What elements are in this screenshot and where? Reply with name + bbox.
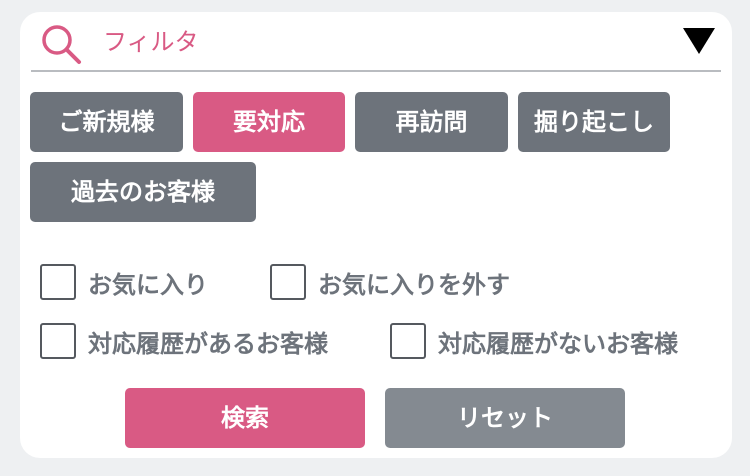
checkbox-label: お気に入り [88,270,208,299]
checkbox-box[interactable] [40,264,76,300]
checkbox-box[interactable] [390,323,426,359]
search-button[interactable]: 検索 [125,388,365,448]
checkbox-box[interactable] [270,264,306,300]
checkbox-remove-favorites[interactable]: お気に入りを外す [270,262,510,302]
checkbox-label: お気に入りを外す [318,270,510,299]
checkbox-label: 対応履歴があるお客様 [88,329,328,358]
tag-revisit[interactable]: 再訪問 [355,92,508,152]
filter-panel: ご新規様 要対応 再訪問 掘り起こし 過去のお客様 お気に入り お気に入りを外す… [20,12,732,458]
checkbox-no-history[interactable]: 対応履歴がないお客様 [390,321,678,361]
checkbox-label: 対応履歴がないお客様 [438,329,678,358]
checkbox-box[interactable] [40,323,76,359]
filter-bar [31,12,721,72]
tag-past-customers[interactable]: 過去のお客様 [30,162,256,222]
checkbox-has-history[interactable]: 対応履歴があるお客様 [40,321,328,361]
checkbox-favorites[interactable]: お気に入り [40,262,208,302]
tag-dig-up[interactable]: 掘り起こし [518,92,670,152]
tag-needs-action[interactable]: 要対応 [193,92,345,152]
dropdown-triangle-icon[interactable] [683,28,715,54]
reset-button[interactable]: リセット [385,388,625,448]
tag-new-customer[interactable]: ご新規様 [30,92,183,152]
filter-input[interactable] [103,24,643,60]
search-icon [39,22,85,68]
